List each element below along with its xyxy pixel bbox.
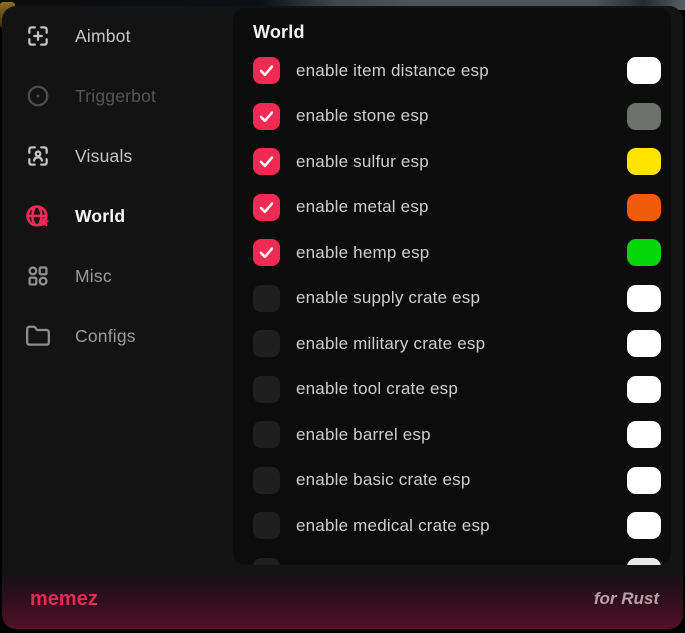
esp-option-label: enable medical crate esp <box>296 516 490 536</box>
esp-color-swatch[interactable] <box>627 148 661 175</box>
cheat-menu-window: Aimbot Triggerbot Visuals World Misc Con… <box>2 6 683 629</box>
sidebar-item-visuals[interactable]: Visuals <box>2 126 233 186</box>
esp-checkbox[interactable] <box>253 467 280 494</box>
esp-option-row: enable sulfur esp <box>253 139 661 185</box>
sidebar-item-label: World <box>75 206 125 227</box>
esp-option-row: enable military crate esp <box>253 321 661 367</box>
esp-color-swatch[interactable] <box>627 512 661 539</box>
esp-checkbox[interactable] <box>253 148 280 175</box>
esp-option-row: enable basic crate esp <box>253 458 661 504</box>
esp-checkbox[interactable] <box>253 512 280 539</box>
esp-option-label: enable barrel esp <box>296 425 431 445</box>
esp-option-label: enable military crate esp <box>296 334 485 354</box>
esp-color-swatch[interactable] <box>627 558 661 565</box>
esp-option-row: enable item distance esp <box>253 48 661 94</box>
sidebar-item-label: Triggerbot <box>75 86 156 107</box>
crosshair-plus-icon <box>24 23 51 50</box>
check-icon <box>257 152 276 171</box>
esp-option-row: enable stone esp <box>253 94 661 140</box>
brand-logo: memez <box>30 588 98 611</box>
esp-option-row: enable medical crate esp <box>253 503 661 549</box>
esp-option-label: enable stone esp <box>296 106 429 126</box>
esp-option-row: enable supply crate esp <box>253 276 661 322</box>
sidebar-item-label: Visuals <box>75 146 133 167</box>
esp-option-row <box>253 549 661 566</box>
esp-option-label: enable tool crate esp <box>296 379 458 399</box>
person-scan-icon <box>24 143 51 170</box>
page-title: World <box>253 22 661 48</box>
esp-color-swatch[interactable] <box>627 194 661 221</box>
esp-option-row: enable metal esp <box>253 185 661 231</box>
esp-option-label: enable supply crate esp <box>296 288 480 308</box>
globe-star-icon <box>24 203 51 230</box>
esp-color-swatch[interactable] <box>627 285 661 312</box>
esp-color-swatch[interactable] <box>627 239 661 266</box>
esp-color-swatch[interactable] <box>627 103 661 130</box>
esp-color-swatch[interactable] <box>627 467 661 494</box>
shapes-grid-icon <box>24 263 51 290</box>
esp-checkbox[interactable] <box>253 421 280 448</box>
esp-checkbox[interactable] <box>253 239 280 266</box>
esp-color-swatch[interactable] <box>627 57 661 84</box>
esp-option-row: enable tool crate esp <box>253 367 661 413</box>
check-icon <box>257 107 276 126</box>
esp-checkbox[interactable] <box>253 194 280 221</box>
check-icon <box>257 61 276 80</box>
check-icon <box>257 198 276 217</box>
target-circle-icon <box>24 83 51 110</box>
esp-checkbox[interactable] <box>253 57 280 84</box>
sidebar-item-triggerbot[interactable]: Triggerbot <box>2 66 233 126</box>
sidebar: Aimbot Triggerbot Visuals World Misc Con… <box>2 6 233 366</box>
esp-checkbox[interactable] <box>253 376 280 403</box>
sidebar-item-aimbot[interactable]: Aimbot <box>2 6 233 66</box>
esp-option-row: enable barrel esp <box>253 412 661 458</box>
check-icon <box>257 243 276 262</box>
footer-bar: memez for Rust <box>2 573 683 629</box>
esp-color-swatch[interactable] <box>627 330 661 357</box>
esp-checkbox[interactable] <box>253 558 280 565</box>
esp-options-list: enable item distance esp enable stone es… <box>253 48 661 565</box>
esp-option-label: enable basic crate esp <box>296 470 471 490</box>
esp-checkbox[interactable] <box>253 285 280 312</box>
esp-option-label: enable metal esp <box>296 197 429 217</box>
esp-checkbox[interactable] <box>253 103 280 130</box>
sidebar-item-misc[interactable]: Misc <box>2 246 233 306</box>
sidebar-item-label: Configs <box>75 326 136 347</box>
sidebar-item-configs[interactable]: Configs <box>2 306 233 366</box>
esp-option-row: enable hemp esp <box>253 230 661 276</box>
sidebar-item-world[interactable]: World <box>2 186 233 246</box>
brand-suffix: for Rust <box>594 589 659 609</box>
sidebar-item-label: Misc <box>75 266 112 287</box>
esp-option-label: enable hemp esp <box>296 243 429 263</box>
esp-option-label: enable item distance esp <box>296 61 489 81</box>
sidebar-item-label: Aimbot <box>75 26 131 47</box>
esp-checkbox[interactable] <box>253 330 280 357</box>
world-panel: World enable item distance esp enable st… <box>233 8 671 565</box>
esp-color-swatch[interactable] <box>627 376 661 403</box>
esp-option-label: enable sulfur esp <box>296 152 429 172</box>
folder-icon <box>24 323 51 350</box>
esp-color-swatch[interactable] <box>627 421 661 448</box>
